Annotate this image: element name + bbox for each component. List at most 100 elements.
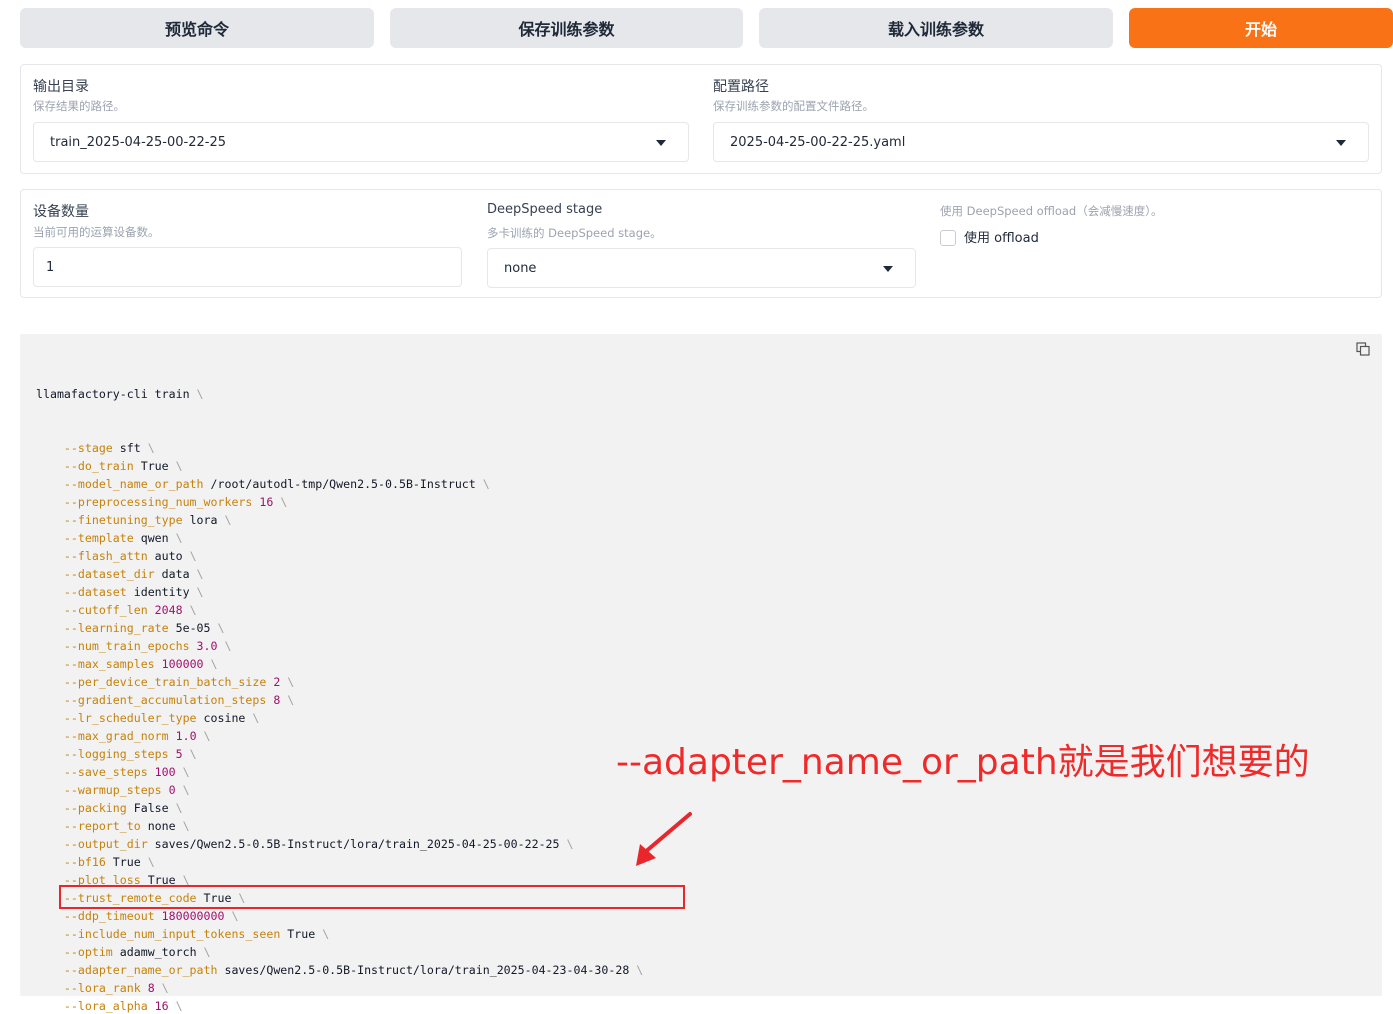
command-arg-value: 5e-05	[175, 621, 211, 635]
config-path-label: 配置路径	[713, 79, 769, 95]
command-arg-value: 3.0	[196, 639, 218, 653]
annotation-arrow-icon	[636, 812, 692, 866]
command-arg-flag: --per_device_train_batch_size	[63, 675, 267, 689]
command-arg-flag: --warmup_steps	[63, 783, 162, 797]
action-button-row: 预览命令 保存训练参数 载入训练参数 开始	[20, 8, 1393, 48]
output-dir-label: 输出目录	[33, 79, 89, 95]
command-arg-value: sft	[119, 441, 141, 455]
command-arg-value: True	[287, 927, 316, 941]
command-arg-line: --stage sft \	[63, 441, 155, 455]
chevron-down-icon	[656, 140, 666, 146]
command-arg-flag: --preprocessing_num_workers	[63, 495, 253, 509]
command-arg-flag: --max_grad_norm	[63, 729, 169, 743]
command-arg-flag: --bf16	[63, 855, 106, 869]
command-arg-value: 100000	[161, 657, 204, 671]
command-arg-value: 100	[154, 765, 176, 779]
command-first-line: llamafactory-cli train \	[36, 387, 204, 401]
device-count-input[interactable]: 1	[33, 247, 462, 287]
command-arg-value: /root/autodl-tmp/Qwen2.5-0.5B-Instruct	[210, 477, 476, 491]
annotation-highlight-box	[59, 885, 685, 909]
command-arg-line: --include_num_input_tokens_seen True \	[63, 927, 330, 941]
device-count-label: 设备数量	[33, 204, 89, 220]
command-arg-line: --num_train_epochs 3.0 \	[63, 639, 232, 653]
command-arg-flag: --max_samples	[63, 657, 155, 671]
command-arg-line: --template qwen \	[63, 531, 183, 545]
ds-offload-checkbox[interactable]	[940, 230, 956, 246]
command-arg-flag: --flash_attn	[63, 549, 148, 563]
save-params-button[interactable]: 保存训练参数	[390, 8, 743, 48]
start-button[interactable]: 开始	[1129, 8, 1393, 48]
command-arg-value: identity	[133, 585, 190, 599]
command-arg-value: 8	[147, 981, 155, 995]
command-arg-flag: --gradient_accumulation_steps	[63, 693, 267, 707]
command-arg-flag: --lora_rank	[63, 981, 141, 995]
command-arg-line: --report_to none \	[63, 819, 190, 833]
command-arg-line: --bf16 True \	[63, 855, 155, 869]
device-count-hint: 当前可用的运算设备数。	[33, 225, 160, 239]
command-arg-flag: --lora_alpha	[63, 999, 148, 1013]
command-arg-line: --logging_steps 5 \	[63, 747, 197, 761]
command-arg-flag: --optim	[63, 945, 113, 959]
command-arg-value: auto	[154, 549, 183, 563]
command-arg-value: none	[147, 819, 176, 833]
ds-stage-label: DeepSpeed stage	[487, 202, 603, 217]
command-arg-line: --lr_scheduler_type cosine \	[63, 711, 260, 725]
command-arg-value: saves/Qwen2.5-0.5B-Instruct/lora/train_2…	[224, 963, 630, 977]
command-arg-flag: --output_dir	[63, 837, 148, 851]
output-dir-select[interactable]: train_2025-04-25-00-22-25	[33, 122, 689, 162]
command-arg-flag: --stage	[63, 441, 113, 455]
command-arg-value: 5	[175, 747, 183, 761]
command-arg-flag: --dataset	[63, 585, 127, 599]
command-arg-flag: --dataset_dir	[63, 567, 155, 581]
config-path-hint: 保存训练参数的配置文件路径。	[713, 99, 874, 113]
command-arg-flag: --template	[63, 531, 134, 545]
command-arg-value: True	[112, 855, 141, 869]
command-arg-value: 2048	[154, 603, 183, 617]
command-arg-line: --flash_attn auto \	[63, 549, 197, 563]
output-dir-value: train_2025-04-25-00-22-25	[50, 134, 227, 150]
command-arg-flag: --learning_rate	[63, 621, 169, 635]
command-arg-line: --model_name_or_path /root/autodl-tmp/Qw…	[63, 477, 490, 491]
command-arg-line: --packing False \	[63, 801, 183, 815]
command-arg-line: --per_device_train_batch_size 2 \	[63, 675, 295, 689]
command-arg-line: --dataset_dir data \	[63, 567, 204, 581]
command-name: llamafactory-cli train	[36, 387, 190, 401]
command-arg-value: 180000000	[161, 909, 225, 923]
command-arg-flag: --save_steps	[63, 765, 148, 779]
command-arg-flag: --do_train	[63, 459, 134, 473]
command-arg-line: --optim adamw_torch \	[63, 945, 211, 959]
annotation-text: --adapter_name_or_path就是我们想要的	[616, 742, 1310, 783]
command-arg-line: --finetuning_type lora \	[63, 513, 232, 527]
command-arg-flag: --finetuning_type	[63, 513, 183, 527]
command-arg-value: False	[133, 801, 169, 815]
device-count-value: 1	[46, 259, 55, 275]
command-arg-line: --do_train True \	[63, 459, 183, 473]
config-path-select[interactable]: 2025-04-25-00-22-25.yaml	[713, 122, 1369, 162]
command-arg-value: 16	[154, 999, 169, 1013]
command-arg-value: 0	[168, 783, 176, 797]
preview-command-button[interactable]: 预览命令	[20, 8, 374, 48]
command-arg-flag: --adapter_name_or_path	[63, 963, 218, 977]
ds-stage-select[interactable]: none	[487, 248, 916, 288]
command-arg-flag: --num_train_epochs	[63, 639, 190, 653]
command-arg-line: --lora_rank 8 \	[63, 981, 169, 995]
chevron-down-icon	[883, 266, 893, 272]
chevron-down-icon	[1336, 140, 1346, 146]
command-arg-value: lora	[189, 513, 218, 527]
command-arg-line: --learning_rate 5e-05 \	[63, 621, 225, 635]
command-arg-value: 1.0	[175, 729, 197, 743]
command-arg-line: --warmup_steps 0 \	[63, 783, 190, 797]
command-arg-value: True	[140, 459, 169, 473]
command-arg-line: --max_samples 100000 \	[63, 657, 218, 671]
config-path-value: 2025-04-25-00-22-25.yaml	[730, 134, 906, 150]
device-deepspeed-panel: 设备数量 当前可用的运算设备数。 1 DeepSpeed stage 多卡训练的…	[20, 189, 1382, 298]
command-arg-line: --preprocessing_num_workers 16 \	[63, 495, 288, 509]
output-dir-hint: 保存结果的路径。	[33, 99, 125, 113]
command-code: llamafactory-cli train \ --stage sft \ -…	[36, 349, 643, 1014]
ds-stage-value: none	[504, 260, 537, 276]
copy-icon[interactable]	[1356, 342, 1370, 356]
ds-offload-checkbox-label[interactable]: 使用 offload	[964, 227, 1039, 246]
load-params-button[interactable]: 载入训练参数	[759, 8, 1113, 48]
command-arg-flag: --model_name_or_path	[63, 477, 204, 491]
output-config-panel: 输出目录 保存结果的路径。 train_2025-04-25-00-22-25 …	[20, 64, 1382, 174]
